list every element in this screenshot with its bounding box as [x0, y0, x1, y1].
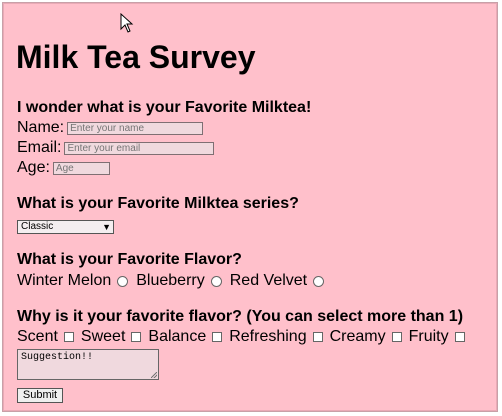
reason-checkbox-balance[interactable] [212, 332, 223, 342]
resize-grip-icon[interactable] [151, 372, 157, 378]
reason-question: Why is it your favorite flavor? (You can… [17, 308, 464, 325]
email-label: Email: [17, 139, 62, 156]
reason-label-sweet: Sweet [80, 328, 126, 345]
age-label: Age: [17, 159, 50, 176]
mouse-pointer-icon [120, 13, 134, 33]
flavor-options: Winter Melon Blueberry Red Velvet [17, 271, 332, 291]
submit-button[interactable]: Submit [17, 388, 63, 403]
reason-label-creamy: Creamy [329, 328, 386, 345]
name-input[interactable] [67, 121, 204, 135]
reason-checkbox-creamy[interactable] [391, 332, 402, 342]
suggestion-textarea[interactable]: Suggestion!! [17, 349, 159, 380]
reason-label-fruity: Fruity [408, 328, 449, 345]
age-input[interactable] [52, 161, 110, 175]
survey-form: Milk Tea Survey I wonder what is your Fa… [2, 2, 498, 412]
reason-options: Scent Sweet Balance Refreshing Creamy Fr… [17, 327, 472, 347]
flavor-radio-red-velvet[interactable] [313, 275, 325, 287]
suggestion-text: Suggestion!! [21, 352, 94, 363]
email-row: Email: [17, 138, 215, 158]
name-row: Name: [17, 118, 204, 138]
reason-checkbox-refreshing[interactable] [312, 332, 323, 342]
series-select[interactable]: Classic ▼ [17, 220, 114, 234]
intro-question: I wonder what is your Favorite Milktea! [17, 99, 312, 116]
flavor-label-red-velvet: Red Velvet [229, 272, 308, 289]
reason-label-balance: Balance [148, 328, 207, 345]
flavor-radio-blueberry[interactable] [210, 275, 222, 287]
name-label: Name: [17, 119, 65, 136]
reason-label-scent: Scent [17, 328, 58, 345]
page-title: Milk Tea Survey [16, 39, 256, 75]
series-question: What is your Favorite Milktea series? [17, 195, 299, 212]
email-input[interactable] [64, 141, 215, 155]
reason-checkbox-sweet[interactable] [131, 332, 142, 342]
reason-checkbox-scent[interactable] [63, 332, 74, 342]
reason-label-refreshing: Refreshing [229, 328, 307, 345]
reason-checkbox-fruity[interactable] [454, 332, 465, 342]
age-row: Age: [17, 158, 110, 178]
series-selected-value: Classic [21, 221, 54, 232]
flavor-label-blueberry: Blueberry [136, 272, 205, 289]
flavor-radio-winter-melon[interactable] [117, 275, 129, 287]
flavor-label-winter-melon: Winter Melon [17, 272, 112, 289]
flavor-question: What is your Favorite Flavor? [17, 251, 242, 268]
chevron-down-icon: ▼ [102, 222, 111, 232]
